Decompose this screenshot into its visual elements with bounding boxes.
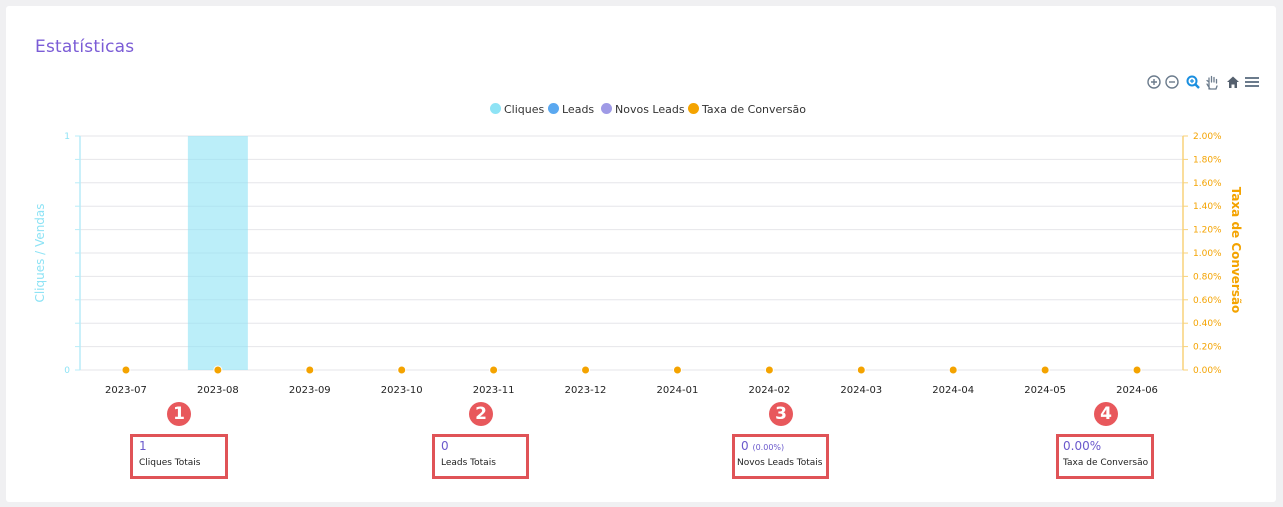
right-tick-label: 1.60% — [1193, 179, 1222, 189]
x-tick-label: 2023-11 — [473, 385, 515, 396]
right-tick-label: 0.20% — [1193, 343, 1222, 353]
line-point — [856, 365, 866, 375]
right-tick-label: 1.00% — [1193, 249, 1222, 259]
stat-sub-value: (0.00%) — [752, 443, 785, 452]
right-tick-label: 0.80% — [1193, 272, 1222, 282]
right-tick-label: 1.20% — [1193, 226, 1222, 236]
x-tick-label: 2024-06 — [1116, 385, 1158, 396]
line-point — [489, 365, 499, 375]
stat-label: Novos Leads Totais — [737, 458, 823, 468]
line-point — [672, 365, 682, 375]
right-tick-label: 1.80% — [1193, 155, 1222, 165]
left-axis-title: Cliques / Vendas — [33, 203, 47, 302]
x-tick-label: 2024-02 — [748, 385, 790, 396]
x-tick-label: 2024-03 — [840, 385, 882, 396]
stat-marker-1: 1 — [167, 402, 191, 426]
stat-value: 0 (0.00%) — [741, 439, 785, 453]
line-point — [1040, 365, 1050, 375]
stat-value: 0 — [441, 439, 449, 453]
stat-label: Taxa de Conversão — [1063, 458, 1149, 468]
line-point — [213, 365, 223, 375]
x-tick-label: 2024-05 — [1024, 385, 1066, 396]
right-tick-label: 1.40% — [1193, 202, 1222, 212]
stat-label: Leads Totais — [441, 458, 496, 468]
line-point — [1132, 365, 1142, 375]
stat-marker-4: 4 — [1094, 402, 1118, 426]
bar-cliques — [187, 136, 248, 370]
x-tick-label: 2023-09 — [289, 385, 331, 396]
line-point — [948, 365, 958, 375]
left-tick-label: 1 — [64, 132, 70, 142]
statistics-chart: 0 1 0.00% 0.20% 0.40% 0.60% 0.80% 1.00% 1.20% 1.4… — [33, 132, 1243, 396]
x-tick-label: 2023-12 — [565, 385, 607, 396]
stat-marker-2: 2 — [469, 402, 493, 426]
line-point — [305, 365, 315, 375]
stat-label: Cliques Totais — [139, 458, 201, 468]
left-tick-label: 0 — [64, 366, 70, 376]
stat-marker-3: 3 — [769, 402, 793, 426]
line-point — [397, 365, 407, 375]
right-tick-label: 2.00% — [1193, 132, 1222, 142]
line-point — [581, 365, 591, 375]
line-point — [121, 365, 131, 375]
line-point — [764, 365, 774, 375]
right-tick-label: 0.00% — [1193, 366, 1222, 376]
stat-value: 1 — [139, 439, 147, 453]
stat-taxa-de-conversao: 0.00% Taxa de Conversão — [1056, 434, 1154, 479]
stat-novos-leads-totais: 0 (0.00%) Novos Leads Totais — [732, 434, 829, 479]
stat-value: 0.00% — [1063, 439, 1102, 453]
stat-leads-totais: 0 Leads Totais — [432, 434, 529, 479]
x-tick-label: 2023-08 — [197, 385, 239, 396]
x-tick-label: 2023-07 — [105, 385, 147, 396]
right-tick-label: 0.60% — [1193, 296, 1222, 306]
x-tick-label: 2024-04 — [932, 385, 974, 396]
x-tick-label: 2024-01 — [657, 385, 699, 396]
right-tick-label: 0.40% — [1193, 319, 1222, 329]
stat-cliques-totais: 1 Cliques Totais — [130, 434, 228, 479]
right-axis-title: Taxa de Conversão — [1229, 187, 1243, 314]
x-tick-label: 2023-10 — [381, 385, 423, 396]
